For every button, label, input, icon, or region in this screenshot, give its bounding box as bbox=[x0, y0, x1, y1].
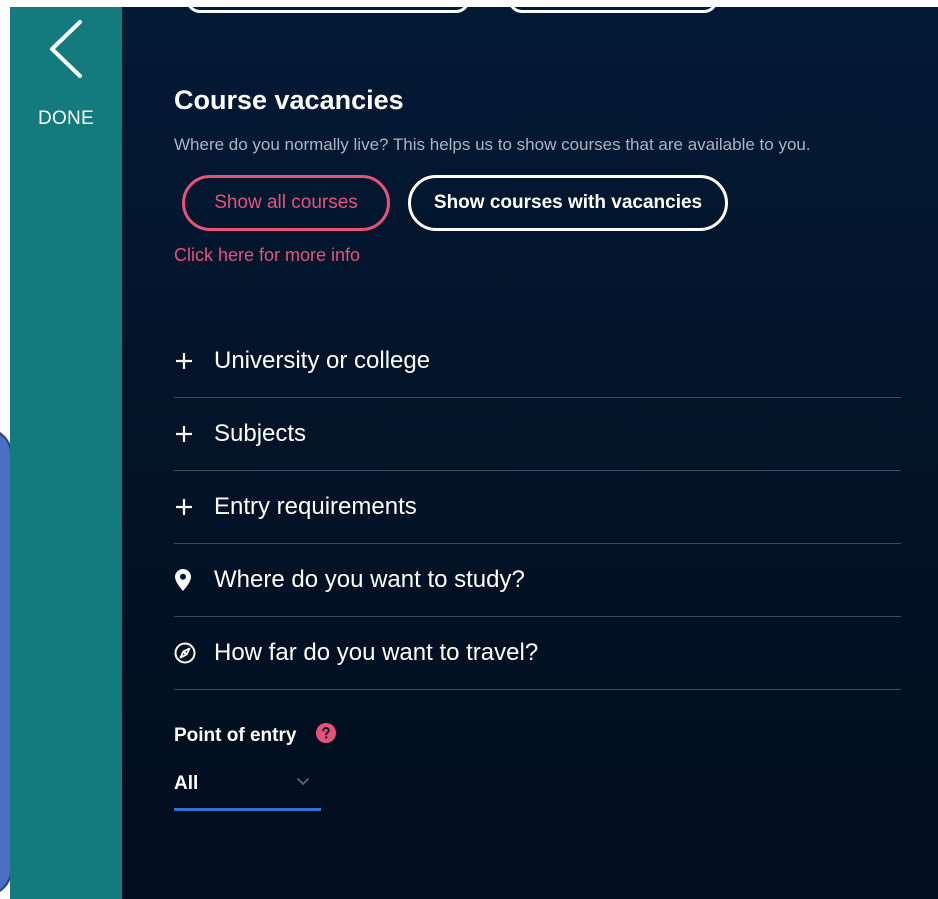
filter-label: University or college bbox=[214, 347, 431, 374]
filter-label: Subjects bbox=[214, 420, 307, 447]
filter-panel: Course vacancies Where do you normally l… bbox=[122, 0, 938, 899]
back-chevron-icon[interactable] bbox=[40, 18, 88, 80]
compass-icon bbox=[174, 640, 214, 666]
point-of-entry-label: Point of entry bbox=[174, 725, 297, 746]
plus-icon bbox=[174, 348, 214, 374]
filter-university[interactable]: University or college bbox=[174, 325, 901, 398]
map-pin-icon bbox=[174, 567, 214, 593]
filter-list: University or college Subjects Entry req… bbox=[174, 325, 901, 690]
filter-label: Where do you want to study? bbox=[214, 566, 525, 593]
plus-icon bbox=[174, 421, 214, 447]
show-vacancies-button[interactable]: Show courses with vacancies bbox=[408, 175, 728, 231]
filter-entry-requirements[interactable]: Entry requirements bbox=[174, 471, 901, 544]
chevron-down-icon bbox=[297, 778, 309, 785]
filter-subjects[interactable]: Subjects bbox=[174, 398, 901, 471]
section-subtitle: Where do you normally live? This helps u… bbox=[174, 135, 811, 154]
show-all-courses-button[interactable]: Show all courses bbox=[182, 175, 390, 231]
screen: DONE Course vacancies Where do you norma… bbox=[0, 0, 938, 899]
more-info-link[interactable]: Click here for more info bbox=[174, 245, 360, 266]
top-pill-button[interactable] bbox=[186, 0, 470, 13]
filter-label: Entry requirements bbox=[214, 493, 417, 520]
done-button[interactable]: DONE bbox=[10, 108, 122, 130]
top-pill-button[interactable] bbox=[508, 0, 718, 13]
sidebar bbox=[10, 7, 122, 899]
point-of-entry-select[interactable]: All bbox=[174, 767, 321, 811]
plus-icon bbox=[174, 494, 214, 520]
select-value: All bbox=[174, 773, 199, 794]
section-title: Course vacancies bbox=[174, 85, 404, 115]
filter-label: How far do you want to travel? bbox=[214, 639, 539, 666]
help-icon[interactable] bbox=[316, 723, 336, 743]
filter-study-location[interactable]: Where do you want to study? bbox=[174, 544, 901, 617]
filter-travel-distance[interactable]: How far do you want to travel? bbox=[174, 617, 901, 690]
